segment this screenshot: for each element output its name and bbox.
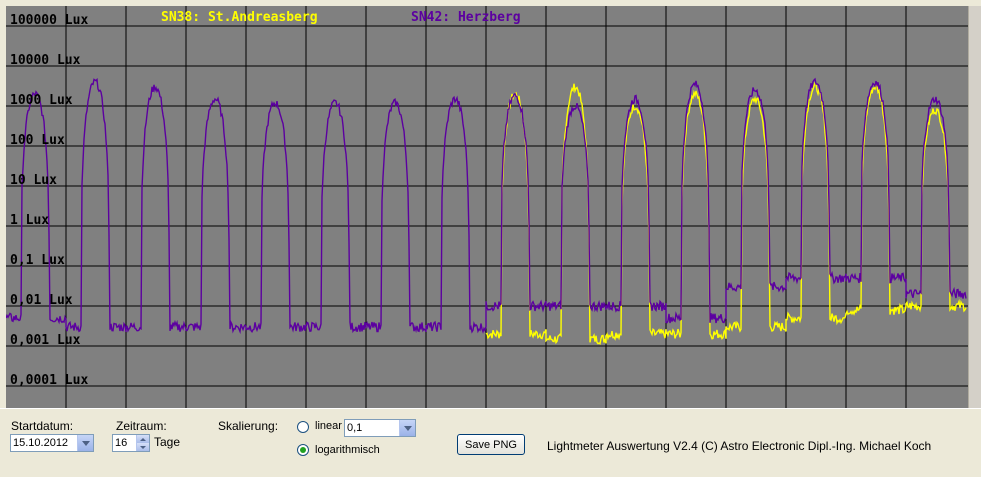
control-panel: Startdatum: 15.10.2012 Zeitraum: 16 Tage… — [0, 408, 981, 477]
chevron-down-icon[interactable] — [399, 420, 415, 436]
spin-down-icon[interactable] — [136, 443, 149, 451]
y-tick-label: 100000 Lux — [10, 13, 88, 28]
y-tick-label: 10 Lux — [10, 173, 57, 188]
zeitraum-value: 16 — [115, 437, 128, 449]
chevron-down-icon[interactable] — [77, 435, 93, 451]
lux-chart: 100000 Lux 10000 Lux 1000 Lux 100 Lux 10 Lux… — [6, 6, 968, 408]
zeitraum-stepper[interactable]: 16 — [112, 434, 150, 452]
linear-value: 0,1 — [347, 422, 363, 434]
zeitraum-label: Zeitraum: — [116, 419, 167, 433]
startdatum-label: Startdatum: — [11, 419, 74, 433]
startdatum-select[interactable]: 15.10.2012 — [10, 434, 94, 452]
y-tick-label: 0,1 Lux — [10, 253, 65, 268]
zeitraum-unit: Tage — [154, 435, 181, 449]
vertical-scrollbar[interactable] — [968, 6, 981, 408]
skalierung-label: Skalierung: — [218, 419, 279, 433]
spin-up-icon[interactable] — [136, 435, 149, 443]
y-tick-label: 0,01 Lux — [10, 293, 73, 308]
y-tick-label: 10000 Lux — [10, 53, 81, 68]
legend-sn38: SN38: St.Andreasberg — [161, 10, 318, 25]
legend-sn42: SN42: Herzberg — [411, 10, 521, 25]
y-tick-label: 100 Lux — [10, 133, 65, 148]
radio-linear[interactable] — [297, 421, 309, 433]
linear-label: linear — [315, 420, 342, 432]
startdatum-value: 15.10.2012 — [13, 437, 69, 449]
y-tick-label: 0,0001 Lux — [10, 373, 88, 388]
y-tick-label: 0,001 Lux — [10, 333, 81, 348]
log-label: logarithmisch — [315, 444, 380, 456]
y-tick-label: 1000 Lux — [10, 93, 73, 108]
linear-value-select[interactable]: 0,1 — [344, 419, 416, 437]
y-tick-label: 1 Lux — [10, 213, 49, 228]
radio-logarithmisch[interactable] — [297, 444, 309, 456]
save-png-button[interactable]: Save PNG — [457, 434, 525, 455]
footer-credit: Lightmeter Auswertung V2.4 (C) Astro Ele… — [547, 439, 932, 453]
